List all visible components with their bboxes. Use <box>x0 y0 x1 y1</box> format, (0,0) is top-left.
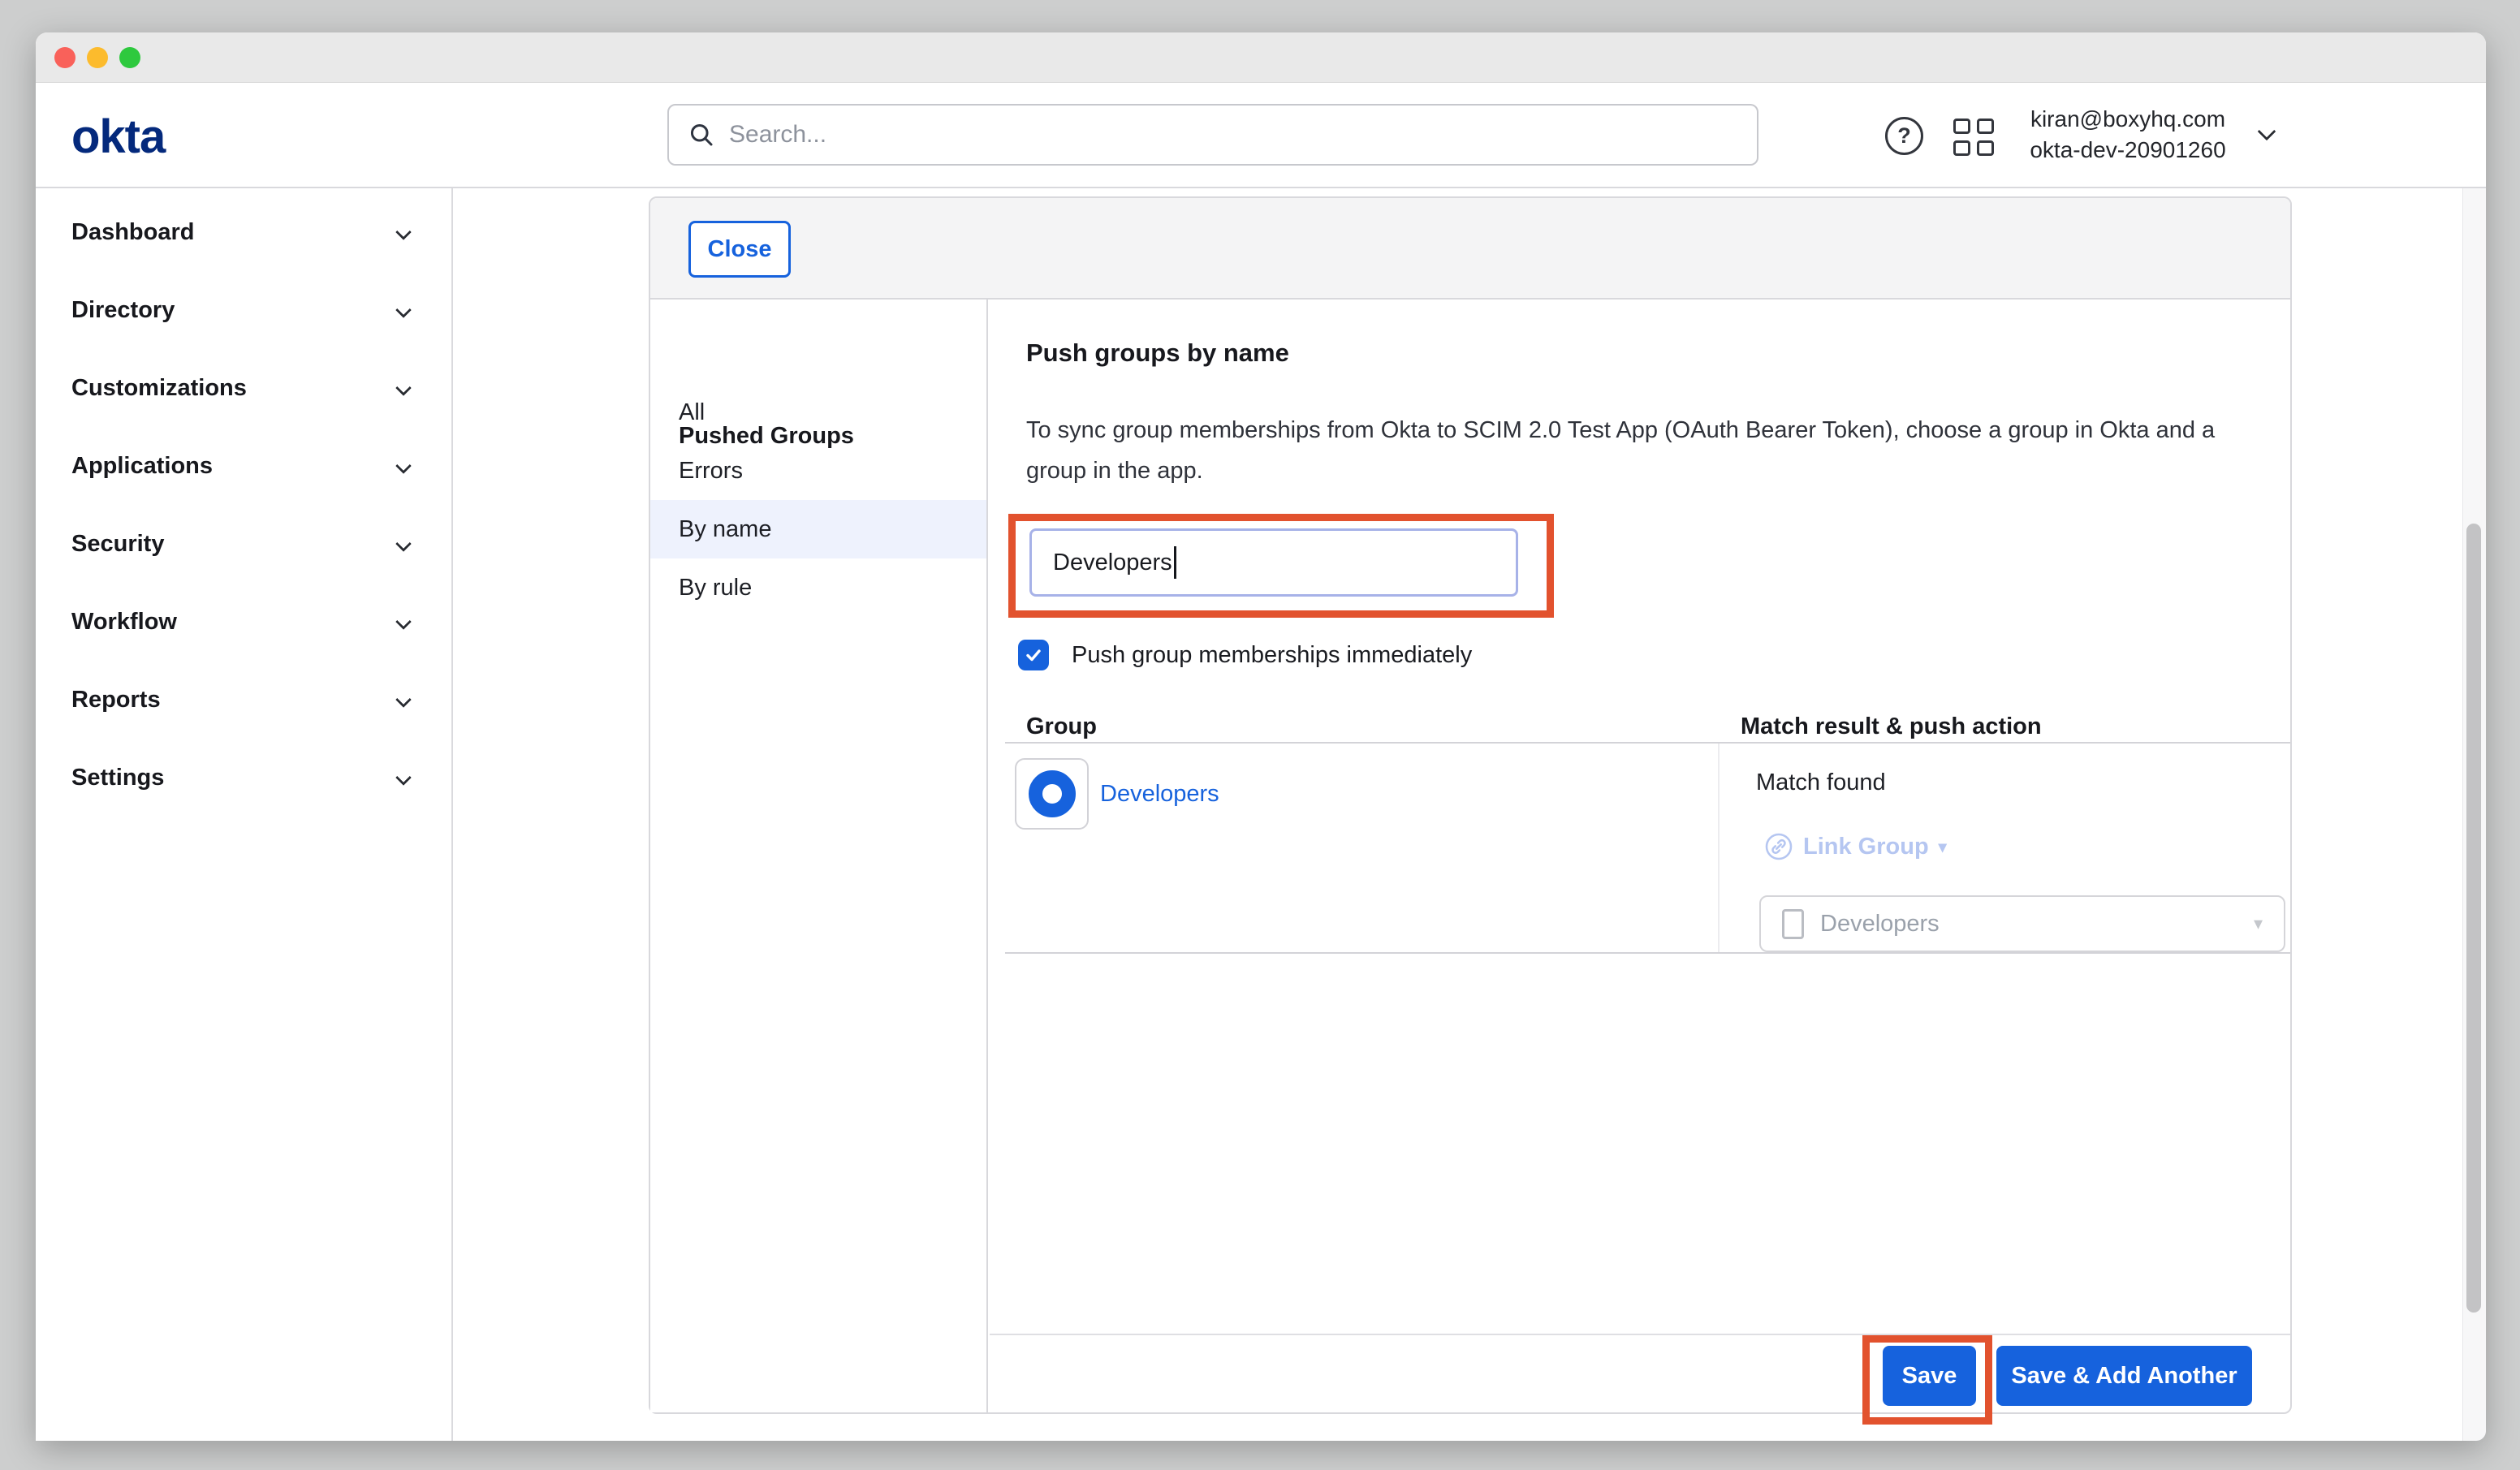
page-title: Push groups by name <box>1026 338 1289 368</box>
save-add-another-button[interactable]: Save & Add Another <box>1996 1346 2252 1406</box>
push-by-name-content: Push groups by name To sync group member… <box>990 300 2290 1412</box>
subnav-item-errors[interactable]: Errors <box>650 442 986 500</box>
column-header-group: Group <box>1026 713 1097 740</box>
account-menu[interactable]: kiran@boxyhq.com okta-dev-20901260 <box>2013 104 2242 166</box>
chevron-down-icon <box>395 224 412 240</box>
account-org: okta-dev-20901260 <box>2013 135 2242 166</box>
chevron-down-icon <box>395 380 412 396</box>
link-group-dropdown-disabled[interactable]: Link Group ▾ <box>1764 830 1947 864</box>
app-window: okta Search... ? kiran@boxyhq.com okta-d… <box>36 32 2486 1441</box>
push-groups-panel: Close Pushed Groups All Errors By name B… <box>649 196 2292 1414</box>
panel-header: Close <box>650 198 2290 300</box>
sidebar-item-security[interactable]: Security <box>36 505 451 583</box>
push-immediately-label: Push group memberships immediately <box>1072 642 1472 669</box>
okta-logo[interactable]: okta <box>71 110 165 164</box>
apps-grid-icon[interactable] <box>1953 119 1999 157</box>
minimize-window-button[interactable] <box>87 47 108 68</box>
scrollbar-thumb[interactable] <box>2466 524 2481 1313</box>
sidebar-item-workflow[interactable]: Workflow <box>36 583 451 661</box>
app-group-select[interactable]: Developers ▾ <box>1759 895 2285 952</box>
top-nav: okta Search... ? kiran@boxyhq.com okta-d… <box>36 83 2486 188</box>
select-caret-icon: ▾ <box>2254 913 2263 934</box>
subnav-item-by-name[interactable]: By name <box>650 500 986 558</box>
search-placeholder: Search... <box>729 121 826 149</box>
chevron-down-icon <box>395 536 412 552</box>
save-button[interactable]: Save <box>1883 1346 1976 1406</box>
app-group-icon <box>1782 909 1804 939</box>
pushed-groups-subnav: Pushed Groups All Errors By name By rule <box>650 300 988 1412</box>
link-icon <box>1764 832 1793 861</box>
link-group-label: Link Group <box>1803 834 1929 860</box>
chevron-down-icon <box>395 458 412 474</box>
chevron-down-icon <box>395 302 412 318</box>
push-immediately-row: Push group memberships immediately <box>1018 639 1472 671</box>
description-text: To sync group memberships from Okta to S… <box>1026 410 2244 491</box>
group-name-link[interactable]: Developers <box>1100 781 1219 808</box>
table-row: Developers Match found Link Group ▾ Deve… <box>1005 744 2290 954</box>
sidebar-item-dashboard[interactable]: Dashboard <box>36 193 451 271</box>
account-email: kiran@boxyhq.com <box>2013 104 2242 135</box>
column-divider <box>1718 744 1720 952</box>
link-group-caret-icon: ▾ <box>1939 837 1947 857</box>
help-icon[interactable]: ? <box>1885 117 1923 155</box>
sidebar-item-directory[interactable]: Directory <box>36 271 451 349</box>
zoom-window-button[interactable] <box>119 47 140 68</box>
chevron-down-icon <box>395 769 412 786</box>
column-header-match: Match result & push action <box>1741 713 2042 740</box>
group-donut-icon <box>1029 770 1076 817</box>
sidebar-nav: Dashboard Directory Customizations Appli… <box>36 188 453 1441</box>
footer-divider <box>990 1334 2290 1335</box>
table-header-row <box>1005 705 2290 744</box>
subnav-item-by-rule[interactable]: By rule <box>650 558 986 617</box>
text-caret <box>1174 546 1176 579</box>
sidebar-item-reports[interactable]: Reports <box>36 661 451 739</box>
sidebar-item-applications[interactable]: Applications <box>36 427 451 505</box>
push-immediately-checkbox[interactable] <box>1018 640 1049 670</box>
window-titlebar <box>36 32 2486 83</box>
account-chevron-down-icon[interactable] <box>2258 123 2276 141</box>
search-input[interactable]: Search... <box>667 104 1758 166</box>
chevron-down-icon <box>395 614 412 630</box>
sidebar-item-settings[interactable]: Settings <box>36 739 451 817</box>
okta-group-icon <box>1015 758 1089 830</box>
scrollbar-track[interactable] <box>2462 188 2486 1441</box>
sidebar-item-customizations[interactable]: Customizations <box>36 349 451 427</box>
group-name-value: Developers <box>1053 550 1172 576</box>
group-name-input[interactable]: Developers <box>1029 528 1518 597</box>
match-status-text: Match found <box>1756 769 1886 796</box>
search-icon <box>687 120 716 149</box>
subnav-item-all[interactable]: All <box>650 383 986 442</box>
close-window-button[interactable] <box>54 47 76 68</box>
chevron-down-icon <box>395 692 412 708</box>
app-group-value: Developers <box>1820 911 2237 938</box>
check-icon <box>1024 645 1043 665</box>
close-button[interactable]: Close <box>688 221 791 278</box>
